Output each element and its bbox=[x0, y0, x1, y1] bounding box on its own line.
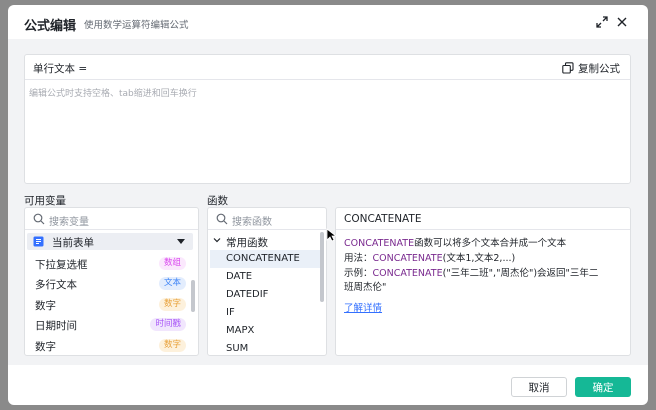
copy-formula-label: 复制公式 bbox=[578, 62, 620, 75]
common-functions-label: 常用函数 bbox=[226, 237, 268, 249]
editor-placeholder: 编辑公式时支持空格、tab缩进和回车换行 bbox=[29, 89, 197, 99]
function-label: DATE bbox=[226, 271, 253, 282]
common-functions-group[interactable]: 常用函数 bbox=[212, 233, 322, 250]
cancel-button[interactable]: 取消 bbox=[511, 377, 567, 397]
cancel-button-label: 取消 bbox=[528, 381, 550, 394]
confirm-button[interactable]: 确定 bbox=[575, 377, 631, 397]
function-label: IF bbox=[226, 307, 235, 318]
caret-down-icon bbox=[177, 239, 185, 244]
mouse-cursor-icon bbox=[326, 228, 336, 242]
function-item-sum[interactable]: SUM bbox=[210, 340, 323, 355]
function-search[interactable]: 搜索函数 bbox=[208, 208, 326, 230]
current-form-group[interactable]: 当前表单 bbox=[27, 233, 193, 250]
variable-type-tag: 数字 bbox=[158, 298, 186, 311]
function-item-concatenate[interactable]: CONCATENATE bbox=[210, 250, 323, 268]
variable-type-tag: 数组 bbox=[158, 257, 186, 270]
confirm-button-label: 确定 bbox=[592, 381, 614, 394]
function-detail-panel: CONCATENATE CONCATENATE函数可以将多个文本合并成一个文本 … bbox=[335, 207, 631, 356]
variables-scrollbar[interactable] bbox=[191, 280, 195, 312]
search-icon bbox=[33, 213, 45, 225]
function-item-mapx[interactable]: MAPX bbox=[210, 322, 323, 340]
function-description: CONCATENATE函数可以将多个文本合并成一个文本 bbox=[344, 235, 566, 249]
description-text: 函数可以将多个文本合并成一个文本 bbox=[414, 238, 567, 249]
variable-search[interactable]: 搜索变量 bbox=[25, 208, 198, 230]
function-label: CONCATENATE bbox=[226, 253, 300, 264]
formula-editor-dialog: 公式编辑 使用数学运算符编辑公式 单行文本 = 复制公式 编辑公式时支持空格、t… bbox=[8, 5, 648, 405]
copy-formula-button[interactable]: 复制公式 bbox=[562, 60, 620, 76]
function-usage: 用法：CONCATENATE(文本1,文本2,...) bbox=[344, 250, 515, 264]
dialog-subtitle: 使用数学运算符编辑公式 bbox=[84, 20, 189, 31]
form-icon bbox=[33, 236, 44, 247]
function-search-placeholder: 搜索函数 bbox=[232, 217, 272, 228]
usage-prefix: 用法： bbox=[344, 253, 373, 264]
variable-search-placeholder: 搜索变量 bbox=[49, 217, 89, 228]
variable-label: 下拉复选框 bbox=[35, 259, 88, 271]
function-item-date[interactable]: DATE bbox=[210, 268, 323, 286]
variable-type-tag: 时间戳 bbox=[150, 318, 186, 331]
editor-field-label: 单行文本 = bbox=[33, 63, 88, 75]
variable-label: 多行文本 bbox=[35, 279, 77, 291]
example-prefix: 示例： bbox=[344, 268, 373, 279]
function-label: SUM bbox=[226, 343, 249, 354]
functions-panel: 搜索函数 常用函数 CONCATENATE DATE DATEDIF IF MA… bbox=[207, 207, 327, 356]
variables-section-label: 可用变量 bbox=[24, 195, 66, 207]
function-example-continued: 班周杰伦" bbox=[344, 279, 386, 293]
formula-editor[interactable]: 单行文本 = 复制公式 编辑公式时支持空格、tab缩进和回车换行 bbox=[24, 54, 631, 184]
variable-label: 数字 bbox=[35, 300, 56, 312]
expand-icon[interactable] bbox=[594, 14, 610, 30]
function-name-highlight: CONCATENATE bbox=[344, 238, 415, 249]
variable-item[interactable]: 下拉复选框 数组 bbox=[25, 254, 188, 274]
function-item-if[interactable]: IF bbox=[210, 304, 323, 322]
dialog-header: 公式编辑 使用数学运算符编辑公式 bbox=[8, 5, 648, 39]
functions-section-label: 函数 bbox=[207, 195, 228, 207]
current-form-label: 当前表单 bbox=[52, 237, 94, 249]
usage-text: (文本1,文本2,...) bbox=[442, 253, 516, 264]
dialog-body: 单行文本 = 复制公式 编辑公式时支持空格、tab缩进和回车换行 可用变量 函数 bbox=[8, 39, 648, 365]
function-example: 示例：CONCATENATE("三年二班","周杰伦")会返回"三年二 bbox=[344, 265, 598, 279]
example-text: ("三年二班","周杰伦")会返回"三年二 bbox=[442, 268, 599, 279]
function-name-highlight: CONCATENATE bbox=[372, 253, 443, 264]
dialog-title: 公式编辑 bbox=[24, 19, 77, 34]
variable-item[interactable]: 数字 数字 bbox=[25, 336, 188, 355]
variable-type-tag: 文本 bbox=[158, 277, 186, 290]
variable-label: 日期时间 bbox=[35, 320, 77, 332]
editor-toolbar: 单行文本 = 复制公式 bbox=[25, 55, 630, 80]
function-name-highlight: CONCATENATE bbox=[372, 268, 443, 279]
function-detail-header: CONCATENATE bbox=[336, 208, 630, 230]
variable-item[interactable]: 日期时间 时间戳 bbox=[25, 315, 188, 335]
copy-icon bbox=[562, 62, 574, 74]
function-label: DATEDIF bbox=[226, 289, 269, 300]
variable-item[interactable]: 多行文本 文本 bbox=[25, 274, 188, 294]
learn-more-link[interactable]: 了解详情 bbox=[344, 300, 382, 314]
function-detail-title: CONCATENATE bbox=[344, 213, 422, 225]
variables-panel: 搜索变量 当前表单 下拉复选框 数组 多行文本 文本 数字 数字 日期时间 时间… bbox=[24, 207, 199, 356]
chevron-down-icon bbox=[213, 238, 221, 243]
search-icon bbox=[216, 213, 228, 225]
function-label: MAPX bbox=[226, 325, 255, 336]
example-text-continued: 班周杰伦" bbox=[344, 282, 387, 293]
functions-scrollbar[interactable] bbox=[320, 232, 324, 302]
function-item-datedif[interactable]: DATEDIF bbox=[210, 286, 323, 304]
close-icon[interactable] bbox=[614, 14, 630, 30]
variable-label: 数字 bbox=[35, 341, 56, 353]
variable-type-tag: 数字 bbox=[158, 339, 186, 352]
variable-item[interactable]: 数字 数字 bbox=[25, 295, 188, 315]
